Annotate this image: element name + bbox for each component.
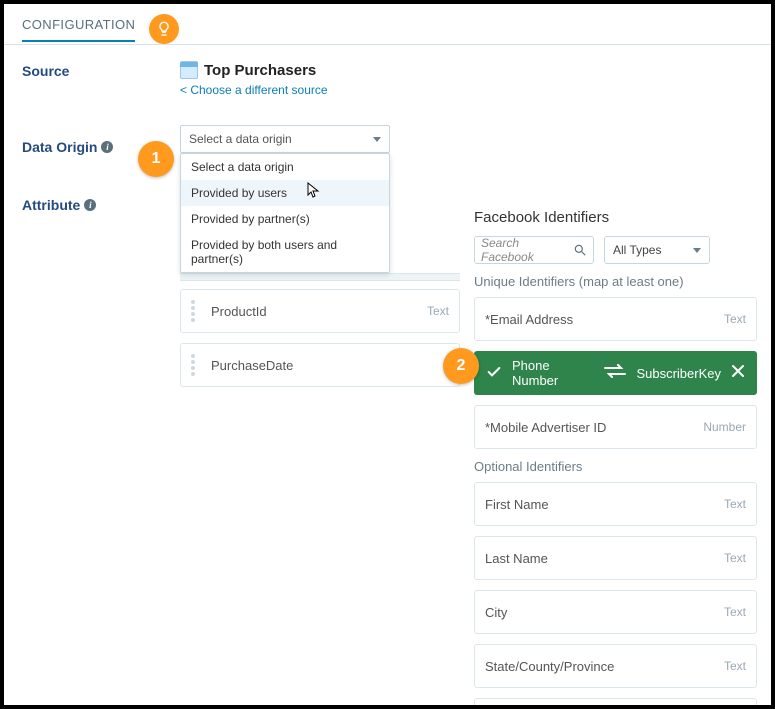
label-source: Source <box>22 63 162 79</box>
source-attribute-row[interactable]: ProductId Text <box>180 289 460 333</box>
drag-handle-icon[interactable] <box>191 300 201 322</box>
drag-handle-icon[interactable] <box>191 354 201 376</box>
swap-icon <box>604 364 626 383</box>
target-attribute-row[interactable]: Zip Code/Postal Code Text <box>474 698 757 709</box>
step-badge-1: 1 <box>138 141 174 177</box>
target-attribute-row[interactable]: *Email Address Text <box>474 297 757 341</box>
data-extension-icon <box>180 61 198 79</box>
tips-icon[interactable] <box>149 14 179 44</box>
info-icon[interactable]: i <box>84 199 96 211</box>
target-attribute-row[interactable]: *Mobile Advertiser ID Number <box>474 405 757 449</box>
chevron-down-icon <box>373 137 381 142</box>
source-name: Top Purchasers <box>204 62 316 79</box>
search-icon <box>573 243 587 257</box>
dropdown-option[interactable]: Provided by partner(s) <box>181 206 389 232</box>
target-schema-title: Facebook Identifiers <box>474 209 757 226</box>
type-filter-select[interactable]: All Types <box>604 236 710 264</box>
target-attribute-row[interactable]: Last Name Text <box>474 536 757 580</box>
chevron-down-icon <box>693 248 701 253</box>
data-origin-select[interactable]: Select a data origin <box>180 125 390 153</box>
target-attribute-row[interactable]: First Name Text <box>474 482 757 526</box>
search-target-input[interactable]: Search Facebook <box>474 236 594 264</box>
check-icon <box>486 364 502 383</box>
optional-identifiers-heading: Optional Identifiers <box>474 459 757 474</box>
unique-identifiers-heading: Unique Identifiers (map at least one) <box>474 274 757 289</box>
remove-mapping-icon[interactable] <box>731 364 745 383</box>
mapped-pair[interactable]: Phone Number SubscriberKey <box>474 351 757 395</box>
data-origin-dropdown: Select a data origin Provided by users P… <box>180 153 390 273</box>
dropdown-option[interactable]: Provided by both users and partner(s) <box>181 232 389 272</box>
dropdown-option[interactable]: Provided by users <box>181 180 389 206</box>
label-attribute: Attribute i <box>22 197 162 213</box>
target-attribute-row[interactable]: State/County/Province Text <box>474 644 757 688</box>
choose-different-source-link[interactable]: < Choose a different source <box>180 83 328 97</box>
cursor-icon <box>307 182 321 201</box>
dropdown-option[interactable]: Select a data origin <box>181 154 389 180</box>
info-icon[interactable]: i <box>101 141 113 153</box>
tab-configuration[interactable]: CONFIGURATION <box>22 17 135 42</box>
step-badge-2: 2 <box>443 348 479 384</box>
target-attribute-row[interactable]: City Text <box>474 590 757 634</box>
source-attribute-row[interactable]: PurchaseDate 2 <box>180 343 460 387</box>
